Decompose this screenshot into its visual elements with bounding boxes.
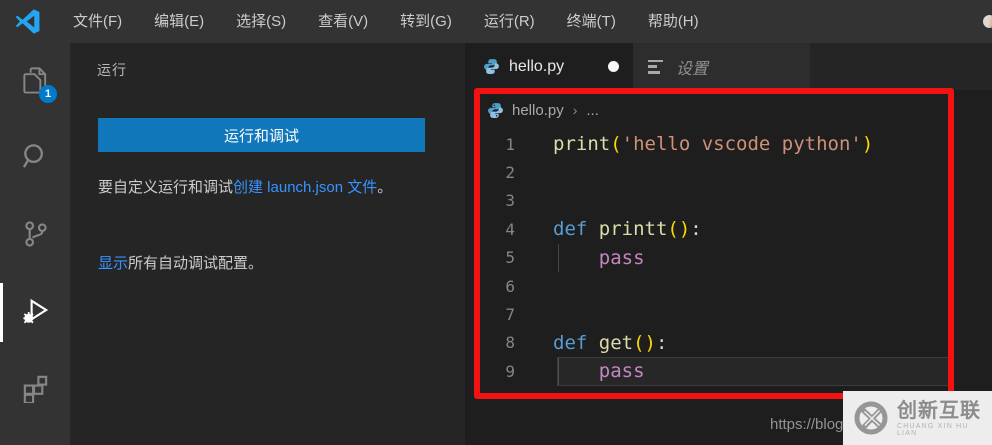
activity-item-extensions[interactable]	[0, 351, 70, 428]
customize-hint-prefix: 要自定义运行和调试	[98, 179, 234, 196]
customize-hint-text: 要自定义运行和调试创建 launch.json 文件。	[98, 175, 443, 200]
menu-item-go[interactable]: 转到(G)	[384, 0, 468, 43]
search-icon	[20, 141, 51, 177]
menu-item-run[interactable]: 运行(R)	[468, 0, 551, 43]
menu-item-terminal[interactable]: 终端(T)	[551, 0, 632, 43]
activity-item-source-control[interactable]	[0, 197, 70, 274]
line-content: print('hello vscode python')	[553, 133, 874, 156]
watermark-badge: 创新互联 CHUANG XIN HU LIAN	[843, 391, 992, 445]
code-area[interactable]: 1 print('hello vscode python') 2 3 4 def prin…	[465, 130, 992, 386]
source-control-icon	[20, 218, 51, 254]
vscode-logo-icon	[15, 9, 40, 34]
sidebar-title: 运行	[97, 62, 127, 78]
line-number: 3	[505, 191, 515, 211]
watermark-brand-sub: CHUANG XIN HU LIAN	[897, 422, 969, 437]
cx-brand-icon	[854, 401, 888, 435]
activity-item-explorer[interactable]: 1	[0, 43, 70, 120]
customize-hint-suffix: 。	[377, 179, 393, 196]
activity-item-search[interactable]	[0, 120, 70, 197]
menu-item-file[interactable]: 文件(F)	[57, 0, 138, 43]
breadcrumb-rest[interactable]: ...	[586, 102, 599, 119]
menubar-edge-dot	[983, 15, 992, 28]
line-number: 8	[505, 333, 515, 353]
activity-bar: 1	[0, 43, 70, 445]
breadcrumb-file[interactable]: hello.py	[512, 102, 564, 119]
tab-label: 设置	[676, 60, 709, 78]
line-content: def get():	[553, 331, 668, 354]
line-content: pass	[598, 360, 645, 383]
editor-group: hello.py 设置 hello.py › ... 1 print('hello …	[465, 43, 992, 445]
run-and-debug-button[interactable]: 运行和调试	[98, 118, 425, 152]
code-line-7[interactable]: 7	[465, 300, 992, 328]
line-number: 2	[505, 163, 515, 183]
code-line-4[interactable]: 4 def printt():	[465, 215, 992, 243]
line-number: 9	[505, 361, 515, 381]
tab-settings[interactable]: 设置	[633, 43, 810, 90]
watermark-brand: 创新互联	[897, 399, 981, 422]
code-line-9[interactable]: 9 pass	[465, 357, 992, 386]
menu-item-edit[interactable]: 编辑(E)	[138, 0, 220, 43]
run-debug-icon	[20, 295, 51, 331]
line-number: 4	[505, 219, 515, 239]
show-configs-suffix: 所有自动调试配置。	[128, 255, 264, 272]
show-configs-text: 显示所有自动调试配置。	[98, 251, 443, 276]
tab-label: hello.py	[509, 57, 565, 75]
line-content: pass	[598, 246, 645, 269]
line-number: 5	[505, 248, 515, 268]
line-content: def printt():	[553, 218, 702, 241]
tab-bar: hello.py 设置	[465, 43, 992, 90]
show-configs-link[interactable]: 显示	[98, 255, 128, 272]
settings-icon	[648, 59, 665, 74]
line-number: 1	[505, 134, 515, 154]
tab-hello-py[interactable]: hello.py	[465, 43, 633, 90]
watermark-url: https://blog	[770, 416, 844, 433]
breadcrumb[interactable]: hello.py › ...	[465, 90, 992, 130]
python-icon	[488, 102, 503, 118]
line-number: 6	[505, 276, 515, 296]
code-line-2[interactable]: 2	[465, 158, 992, 186]
python-icon	[483, 58, 500, 75]
extensions-icon	[20, 372, 51, 408]
run-sidebar: 运行 运行和调试 要自定义运行和调试创建 launch.json 文件。 显示所…	[70, 43, 465, 445]
line-number: 7	[505, 305, 515, 325]
code-line-6[interactable]: 6	[465, 272, 992, 300]
menu-item-view[interactable]: 查看(V)	[302, 0, 384, 43]
menu-bar: 文件(F) 编辑(E) 选择(S) 查看(V) 转到(G) 运行(R) 终端(T) 帮助(H)	[0, 0, 992, 43]
breadcrumb-separator: ›	[572, 102, 578, 118]
code-line-3[interactable]: 3	[465, 187, 992, 215]
menu-items: 文件(F) 编辑(E) 选择(S) 查看(V) 转到(G) 运行(R) 终端(T) 帮助(H)	[57, 0, 715, 43]
code-line-1[interactable]: 1 print('hello vscode python')	[465, 130, 992, 158]
explorer-badge: 1	[39, 85, 57, 103]
menu-item-selection[interactable]: 选择(S)	[220, 0, 302, 43]
code-line-8[interactable]: 8 def get():	[465, 329, 992, 357]
code-line-5[interactable]: 5 pass	[465, 243, 992, 272]
create-launch-json-link[interactable]: 创建 launch.json 文件	[233, 179, 377, 196]
activity-item-run-and-debug[interactable]	[0, 274, 70, 351]
menu-item-help[interactable]: 帮助(H)	[632, 0, 715, 43]
modified-dot-icon[interactable]	[608, 61, 619, 72]
